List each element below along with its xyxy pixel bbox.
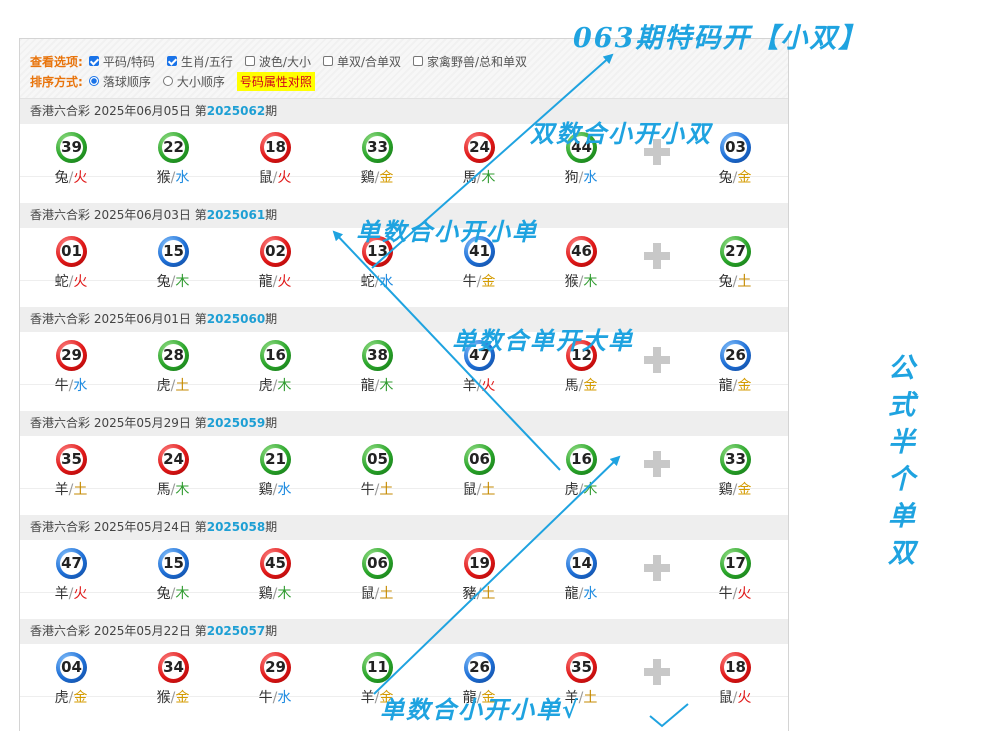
annotation-even-small: 双数合小开小双 [530, 119, 712, 148]
annotation-bottom: 单数合小开小单√ [380, 695, 580, 724]
annotation-odd-small: 单数合小开小单 [356, 217, 538, 246]
annotation-side: 公式半个单双 [888, 353, 915, 569]
arrow-line [373, 455, 621, 695]
annotation-top: 063期特码开【小双】 [573, 23, 868, 54]
annotation-lines [332, 53, 689, 728]
annotation-odd-big: 单数合单开大单 [452, 326, 634, 355]
checkmark-stroke [649, 703, 689, 728]
